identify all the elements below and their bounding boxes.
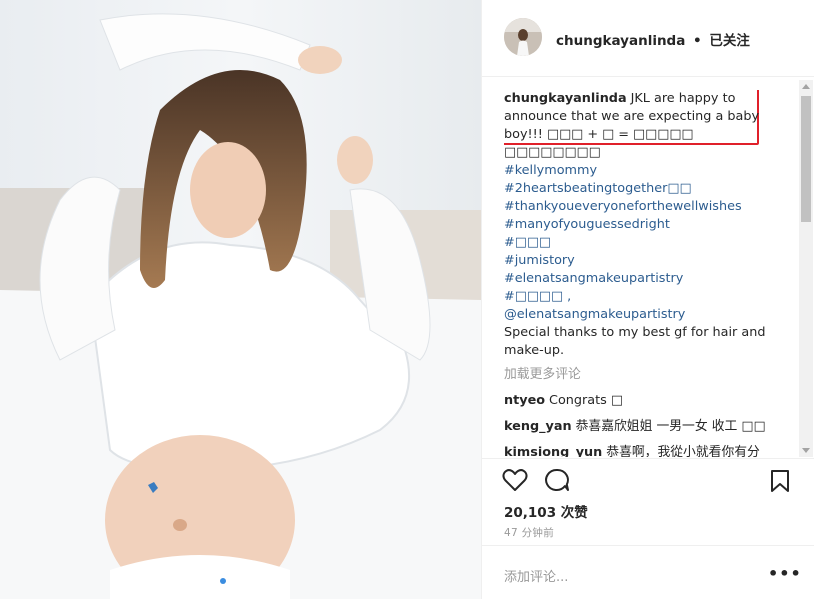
username-link[interactable]: chungkayanlinda — [556, 33, 685, 49]
caption-username[interactable]: chungkayanlinda — [504, 91, 627, 106]
caption-thanks: Special thanks to my best gf for hair an… — [504, 325, 766, 358]
comments-list[interactable]: chungkayanlinda JKL are happy to announce… — [504, 90, 794, 457]
hashtag-link[interactable]: #jumistory — [504, 252, 794, 270]
comment-text: 恭喜啊，我從小就看你有分 — [606, 445, 760, 457]
add-comment-input[interactable]: 添加评论... — [504, 566, 568, 585]
comment-username[interactable]: kimsiong_yun — [504, 445, 602, 457]
hashtag-link[interactable]: #thankyoueveryoneforthewellwishes — [504, 198, 794, 216]
post-sidebar: chungkayanlinda • 已关注 chungkayanlinda JKL… — [481, 0, 814, 599]
carousel-dot[interactable] — [250, 578, 256, 584]
comment-text: 恭喜嘉欣姐姐 一男一女 收工 □□ — [575, 419, 766, 434]
photo-illustration — [0, 0, 481, 599]
hashtag-link[interactable]: #□□□ — [504, 234, 794, 252]
hashtag-link[interactable]: #kellymommy — [504, 162, 794, 180]
comment-item: keng_yan 恭喜嘉欣姐姐 一男一女 收工 □□ — [504, 418, 794, 436]
instagram-post: chungkayanlinda • 已关注 chungkayanlinda JKL… — [0, 0, 814, 599]
comment-username[interactable]: keng_yan — [504, 419, 572, 434]
more-options-icon[interactable]: ••• — [768, 564, 802, 583]
load-more-comments-button[interactable]: 加载更多评论 — [504, 366, 794, 384]
carousel-indicator — [220, 578, 256, 584]
separator: • — [693, 33, 702, 49]
avatar[interactable] — [504, 18, 542, 56]
caption: chungkayanlinda JKL are happy to announce… — [504, 90, 794, 162]
hashtag-link[interactable]: #□□□□ , — [504, 288, 794, 306]
post-photo[interactable] — [0, 0, 481, 599]
carousel-dot[interactable] — [230, 578, 236, 584]
hashtag-link[interactable]: #2heartsbeatingtogether□□ — [504, 180, 794, 198]
carousel-dot[interactable] — [220, 578, 226, 584]
header-text: chungkayanlinda • 已关注 — [556, 29, 750, 49]
scroll-up-arrow-icon[interactable] — [802, 84, 810, 89]
scroll-down-arrow-icon[interactable] — [802, 448, 810, 453]
hashtag-link[interactable]: #elenatsangmakeupartistry — [504, 270, 794, 288]
comment-icon[interactable] — [544, 468, 570, 496]
post-header: chungkayanlinda • 已关注 — [482, 0, 814, 77]
carousel-dot[interactable] — [240, 578, 246, 584]
comment-item: kimsiong_yun 恭喜啊，我從小就看你有分 — [504, 444, 794, 457]
comments-scrollbar[interactable] — [799, 80, 813, 457]
post-timestamp[interactable]: 47 分钟前 — [504, 525, 554, 540]
bookmark-icon[interactable] — [770, 469, 790, 497]
mention-link[interactable]: @elenatsangmakeupartistry — [504, 306, 794, 324]
hashtag-link[interactable]: #manyofyouguessedright — [504, 216, 794, 234]
scrollbar-thumb[interactable] — [801, 96, 811, 222]
heart-icon[interactable] — [502, 468, 528, 496]
comment-text: Congrats □ — [549, 393, 623, 408]
likes-count[interactable]: 20,103 次赞 — [504, 501, 588, 521]
comment-username[interactable]: ntyeo — [504, 393, 545, 408]
follow-status-button[interactable]: 已关注 — [709, 33, 750, 49]
comment-item: ntyeo Congrats □ — [504, 392, 794, 410]
add-comment-bar: 添加评论... ••• — [482, 545, 814, 599]
hashtag-list: #kellymommy #2heartsbeatingtogether□□ #t… — [504, 162, 794, 324]
